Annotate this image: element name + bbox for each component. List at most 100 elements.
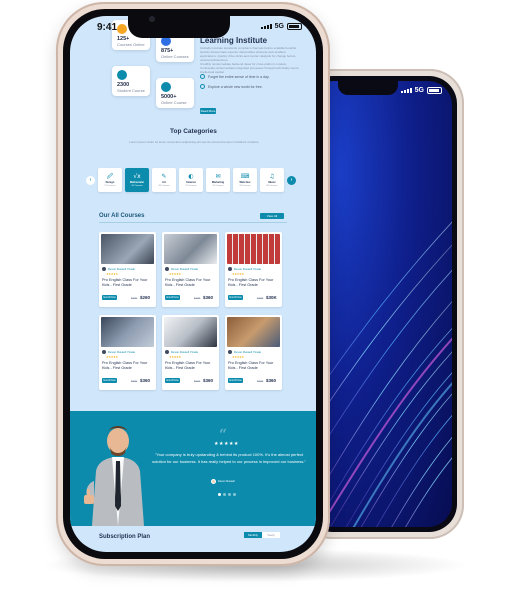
old-price: $400 [257, 296, 264, 300]
category-music[interactable]: ♫ Music 08 Courses [260, 168, 284, 192]
course-title[interactable]: Pro English Class For Your Kids - First … [228, 278, 280, 287]
category-count: 16 Courses [131, 185, 143, 187]
course-image [164, 317, 217, 347]
course-title[interactable]: Pro English Class For Your Kids - First … [102, 278, 154, 287]
course-card[interactable]: Devon Russell Ytrade ★★★★★ Pro English C… [225, 232, 282, 307]
learning-paragraph-2: Credibly reintermediate backend ideas fo… [200, 62, 299, 74]
enroll-button[interactable]: Enroll Now [165, 378, 180, 383]
category-label: Science [186, 181, 196, 184]
old-price: $400 [131, 296, 138, 300]
course-price: $360 [266, 378, 277, 383]
enroll-button[interactable]: Enroll Now [165, 295, 180, 300]
signal-icon [260, 24, 272, 29]
category-webdev[interactable]: ⌨ Web Dev 18 Courses [233, 168, 257, 192]
check-item: Forget the entire sense of time in a day… [200, 74, 269, 79]
enroll-button[interactable]: Enroll Now [102, 295, 117, 300]
rating-stars-icon: ★★★★★ [232, 272, 244, 276]
rating-stars-icon: ★★★★★ [106, 272, 118, 276]
category-label: Mathematic [129, 181, 145, 184]
course-card[interactable]: Devon Russell Ytrade ★★★★★ Pro English C… [99, 232, 156, 307]
front-phone-screen: 125+ Courses Online 875+ Online Courses … [70, 16, 316, 552]
category-mathematic[interactable]: √x Mathematic 16 Courses [125, 168, 149, 192]
subscription-title: Subscription Plan [99, 534, 151, 540]
light-streaks-wallpaper [310, 221, 452, 527]
enroll-button[interactable]: Enroll Now [102, 378, 117, 383]
next-arrow-icon[interactable]: › [287, 175, 296, 185]
avatar [102, 267, 106, 271]
avatar [228, 267, 232, 271]
course-card[interactable]: Devon Russell Ytrade ★★★★★ Pro English C… [99, 315, 156, 390]
category-label: Web Dev [239, 181, 251, 184]
course-image [164, 234, 217, 264]
rating-stars-icon: ★★★★★ [169, 272, 181, 276]
read-more-button[interactable]: Read More [200, 108, 216, 114]
enroll-button[interactable]: Enroll Now [228, 295, 243, 300]
check-item: Explore a whole new world for free. [200, 84, 263, 89]
book-icon [161, 82, 171, 92]
categories-title: Top Categories [170, 128, 217, 135]
stat-label: Student Course [117, 88, 145, 93]
testimonial-stars-icon: ★★★★★ [214, 441, 239, 447]
course-title[interactable]: Pro English Class For Your Kids - First … [102, 361, 154, 370]
carousel-dot[interactable] [228, 493, 231, 496]
network-label: 5G [414, 87, 424, 94]
avatar [165, 267, 169, 271]
category-label: Design [105, 181, 115, 184]
avatar [228, 350, 232, 354]
category-marketing[interactable]: ✉ Marketing 15 Courses [206, 168, 230, 192]
course-price: $360 [203, 295, 214, 300]
status-icons: 5G [260, 23, 302, 30]
course-meta: Devon Russell Ytrade [165, 350, 198, 354]
enroll-button[interactable]: Enroll Now [228, 378, 243, 383]
brush-icon: ✎ [161, 173, 167, 180]
category-design[interactable]: 🖉 Design 12 Courses [98, 168, 122, 192]
course-title[interactable]: Pro English Class For Your Kids - First … [165, 278, 217, 287]
code-icon: ⌨ [240, 173, 250, 180]
carousel-dot[interactable] [218, 493, 221, 496]
categories-subtitle: Lorem ipsum dolor sit amet consectetur a… [129, 140, 259, 144]
monthly-toggle[interactable]: Monthly [244, 532, 262, 538]
courses-title: Our All Courses [99, 213, 145, 219]
category-science[interactable]: ◐ Science 21 Courses [179, 168, 203, 192]
yearly-toggle[interactable]: Yearly [262, 532, 280, 538]
learning-paragraph: Globally incubate standards compliant ch… [200, 46, 297, 62]
courses-divider [99, 222, 287, 223]
prev-arrow-icon[interactable]: ‹ [86, 175, 95, 185]
back-phone-notch [338, 81, 398, 95]
back-status-bar: 5G [400, 87, 442, 94]
course-author: Devon Russell Ytrade [234, 267, 261, 271]
author-name: Devon Russell [218, 480, 235, 483]
carousel-dot[interactable] [233, 493, 236, 496]
course-author: Devon Russell Ytrade [108, 267, 135, 271]
course-card[interactable]: Devon Russell Ytrade ★★★★★ Pro English C… [162, 232, 219, 307]
category-label: Marketing [211, 181, 225, 184]
back-phone-wallpaper [310, 81, 452, 527]
front-phone-notch [128, 16, 230, 38]
pen-icon: 🖉 [106, 173, 114, 180]
status-time: 9:41 [97, 22, 118, 33]
rating-stars-icon: ★★★★★ [169, 355, 181, 359]
course-title[interactable]: Pro English Class For Your Kids - First … [165, 361, 217, 370]
category-label: Art [162, 181, 166, 184]
avatar [102, 350, 106, 354]
avatar [211, 479, 216, 484]
sqrt-icon: √x [133, 173, 141, 180]
view-all-button[interactable]: View All [260, 213, 284, 219]
course-title[interactable]: Pro English Class For Your Kids - First … [228, 361, 280, 370]
course-meta: Devon Russell Ytrade [228, 350, 261, 354]
businessman-illustration [84, 426, 144, 526]
music-icon: ♫ [269, 173, 275, 180]
battery-icon [287, 23, 302, 30]
course-image [101, 234, 154, 264]
carousel-dots [218, 493, 236, 496]
course-card[interactable]: Devon Russell Ytrade ★★★★★ Pro English C… [225, 315, 282, 390]
course-card[interactable]: Devon Russell Ytrade ★★★★★ Pro English C… [162, 315, 219, 390]
category-count: 08 Courses [266, 185, 278, 187]
mail-icon: ✉ [215, 173, 221, 180]
carousel-dot[interactable] [223, 493, 226, 496]
stat-card-students: 2300 Student Course [112, 66, 150, 96]
course-author: Devon Russell Ytrade [234, 350, 261, 354]
category-art[interactable]: ✎ Art 09 Courses [152, 168, 176, 192]
rating-stars-icon: ★★★★★ [232, 355, 244, 359]
course-author: Devon Russell Ytrade [171, 267, 198, 271]
